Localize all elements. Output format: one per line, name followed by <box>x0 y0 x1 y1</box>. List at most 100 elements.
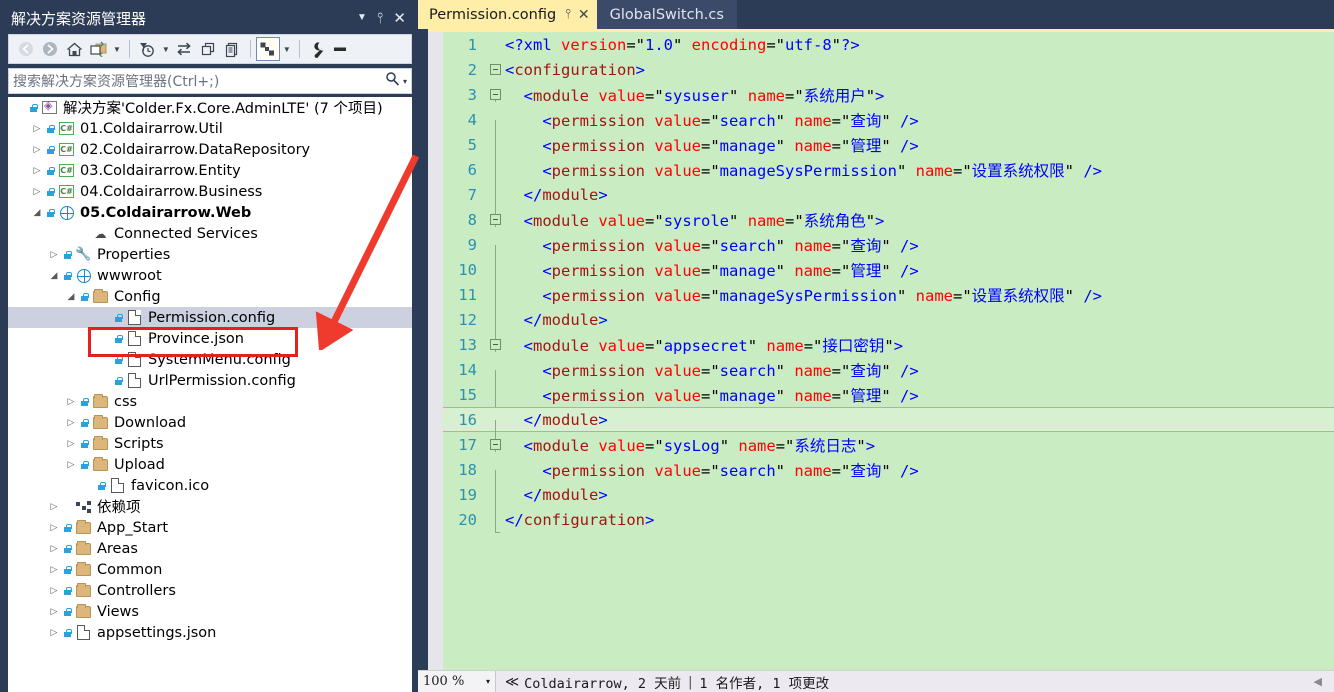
tree-item[interactable]: ▷ C# 01.Coldairarrow.Util <box>8 118 412 139</box>
tab-globalswitch-cs[interactable]: GlobalSwitch.cs <box>596 0 737 29</box>
fold-toggle-icon[interactable] <box>489 214 501 225</box>
tree-item[interactable]: ▷ C# 02.Coldairarrow.DataRepository <box>8 139 412 160</box>
twisty-icon[interactable]: ▷ <box>29 145 45 155</box>
code-line[interactable]: 7 </module> <box>443 182 1334 220</box>
fold-margin[interactable] <box>485 89 505 102</box>
tree-item[interactable]: ▷ 依赖项 <box>8 496 412 517</box>
fold-toggle-icon[interactable] <box>489 64 501 75</box>
code-line[interactable]: 11 <permission value="manageSysPermissio… <box>443 282 1334 320</box>
tree-item[interactable]: ◢ wwwroot <box>8 265 412 286</box>
pin-icon[interactable]: ⫯ <box>565 8 571 21</box>
twisty-icon[interactable]: ▷ <box>46 250 62 260</box>
codelens-git-info[interactable]: ≪ Coldairarrow, 2 天前 | 1 名作者, 1 项更改 <box>496 672 829 692</box>
twisty-icon[interactable]: ▷ <box>29 166 45 176</box>
wrench-icon[interactable] <box>305 37 329 61</box>
twisty-icon[interactable]: ▷ <box>63 460 79 470</box>
tree-item[interactable]: ▷ Upload <box>8 454 412 475</box>
twisty-icon[interactable]: ▷ <box>46 628 62 638</box>
code-editor-surface[interactable]: 1 <?xml version="1.0" encoding="utf-8"?> 2… <box>418 29 1334 670</box>
search-icon[interactable] <box>385 71 400 91</box>
hierarchy-caret-icon[interactable]: ▼ <box>280 45 294 54</box>
twisty-icon[interactable]: ◢ <box>63 292 79 302</box>
twisty-icon[interactable]: ▷ <box>46 502 62 512</box>
scroll-left-icon[interactable]: ◀ <box>1314 675 1334 688</box>
twisty-icon[interactable]: ▷ <box>46 565 62 575</box>
git-author-time[interactable]: Coldairarrow, 2 天前 <box>524 672 681 692</box>
sync-folder-caret-icon[interactable]: ▼ <box>110 45 124 54</box>
code-lines[interactable]: 1 <?xml version="1.0" encoding="utf-8"?> 2… <box>443 32 1334 670</box>
tree-item[interactable]: 解决方案'Colder.Fx.Core.AdminLTE' (7 个项目) <box>8 97 412 118</box>
twisty-icon[interactable]: ▷ <box>46 607 62 617</box>
twisty-icon[interactable]: ▷ <box>29 124 45 134</box>
tree-item[interactable]: UrlPermission.config <box>8 370 412 391</box>
forward-button[interactable] <box>38 37 62 61</box>
tab-permission-config[interactable]: Permission.config ⫯ ✕ <box>418 0 597 29</box>
close-icon[interactable]: ✕ <box>578 8 590 22</box>
clock-filter-icon[interactable] <box>135 37 159 61</box>
tree-item[interactable]: ▷ appsettings.json <box>8 622 412 643</box>
tree-item[interactable]: SystemMenu.config <box>8 349 412 370</box>
back-button[interactable] <box>14 37 38 61</box>
home-icon[interactable] <box>62 37 86 61</box>
code-line[interactable]: 19 </module> <box>443 482 1334 520</box>
twisty-icon[interactable]: ▷ <box>46 544 62 554</box>
tree-item[interactable]: ▷ Views <box>8 601 412 622</box>
tree-item[interactable]: ☁ Connected Services <box>8 223 412 244</box>
refresh-icon[interactable] <box>173 37 197 61</box>
code-line[interactable]: 8 <module value="sysrole" name="系统角色"> <box>443 207 1334 232</box>
code-line[interactable]: 18 <permission value="search" name="查询" … <box>443 457 1334 495</box>
fold-toggle-icon[interactable] <box>489 439 501 450</box>
code-line[interactable]: 1 <?xml version="1.0" encoding="utf-8"?> <box>443 32 1334 57</box>
fold-margin[interactable] <box>485 214 505 227</box>
fold-toggle-icon[interactable] <box>489 89 501 100</box>
twisty-icon[interactable]: ◢ <box>46 271 62 281</box>
twisty-icon[interactable]: ▷ <box>46 586 62 596</box>
code-line[interactable]: 10 <permission value="manage" name="管理" … <box>443 257 1334 295</box>
twisty-icon[interactable]: ◢ <box>29 208 45 218</box>
tree-item[interactable]: Province.json <box>8 328 412 349</box>
tree-item[interactable]: ▷ Common <box>8 559 412 580</box>
code-line[interactable]: 15 <permission value="manage" name="管理" … <box>443 382 1334 420</box>
fold-margin[interactable] <box>485 439 505 452</box>
tree-item[interactable]: ▷ 🔧 Properties <box>8 244 412 265</box>
solution-tree[interactable]: 解决方案'Colder.Fx.Core.AdminLTE' (7 个项目) ▷ C#… <box>8 97 412 692</box>
tree-item[interactable]: favicon.ico <box>8 475 412 496</box>
twisty-icon[interactable]: ▷ <box>63 418 79 428</box>
sync-folder-icon[interactable] <box>86 37 110 61</box>
fold-margin[interactable] <box>485 339 505 352</box>
git-changes[interactable]: 1 名作者, 1 项更改 <box>699 672 829 692</box>
twisty-icon[interactable]: ▷ <box>63 439 79 449</box>
code-line[interactable]: 17 <module value="sysLog" name="系统日志"> <box>443 432 1334 457</box>
pin-icon[interactable]: ⫯ <box>377 11 384 26</box>
tree-item[interactable]: ◢ 05.Coldairarrow.Web <box>8 202 412 223</box>
code-line[interactable]: 5 <permission value="manage" name="管理" /… <box>443 132 1334 170</box>
code-line[interactable]: 2 <configuration> <box>443 57 1334 82</box>
code-line[interactable]: 13 <module value="appsecret" name="接口密钥"… <box>443 332 1334 357</box>
code-line[interactable]: 20 </configuration> <box>443 507 1334 533</box>
tree-item[interactable]: ▷ App_Start <box>8 517 412 538</box>
collapse-all-icon[interactable] <box>197 37 221 61</box>
tree-item[interactable]: ◢ Config <box>8 286 412 307</box>
dropdown-caret-icon[interactable]: ▼ <box>357 13 367 23</box>
code-line[interactable]: 12 </module> <box>443 307 1334 345</box>
tree-item[interactable]: ▷ Areas <box>8 538 412 559</box>
preview-selected-items-icon[interactable] <box>329 37 353 61</box>
search-input[interactable]: 搜索解决方案资源管理器(Ctrl+;) ▾ <box>8 68 412 94</box>
twisty-icon[interactable]: ▷ <box>46 523 62 533</box>
twisty-icon[interactable]: ▷ <box>29 187 45 197</box>
tree-item[interactable]: ▷ Scripts <box>8 433 412 454</box>
tree-item[interactable]: ▷ C# 04.Coldairarrow.Business <box>8 181 412 202</box>
code-line[interactable]: 3 <module value="sysuser" name="系统用户"> <box>443 82 1334 107</box>
code-line-current[interactable]: 16 </module> <box>443 407 1334 445</box>
search-options-caret-icon[interactable]: ▾ <box>403 77 407 86</box>
clock-filter-caret-icon[interactable]: ▼ <box>159 45 173 54</box>
tree-item[interactable]: ▷ Download <box>8 412 412 433</box>
code-line[interactable]: 9 <permission value="search" name="查询" /… <box>443 232 1334 270</box>
show-all-files-icon[interactable] <box>221 37 245 61</box>
tree-item[interactable]: Permission.config <box>8 307 412 328</box>
hierarchy-icon[interactable] <box>255 37 280 61</box>
tree-item[interactable]: ▷ Controllers <box>8 580 412 601</box>
code-line[interactable]: 4 <permission value="search" name="查询" /… <box>443 107 1334 145</box>
tree-item[interactable]: ▷ css <box>8 391 412 412</box>
tree-item[interactable]: ▷ C# 03.Coldairarrow.Entity <box>8 160 412 181</box>
